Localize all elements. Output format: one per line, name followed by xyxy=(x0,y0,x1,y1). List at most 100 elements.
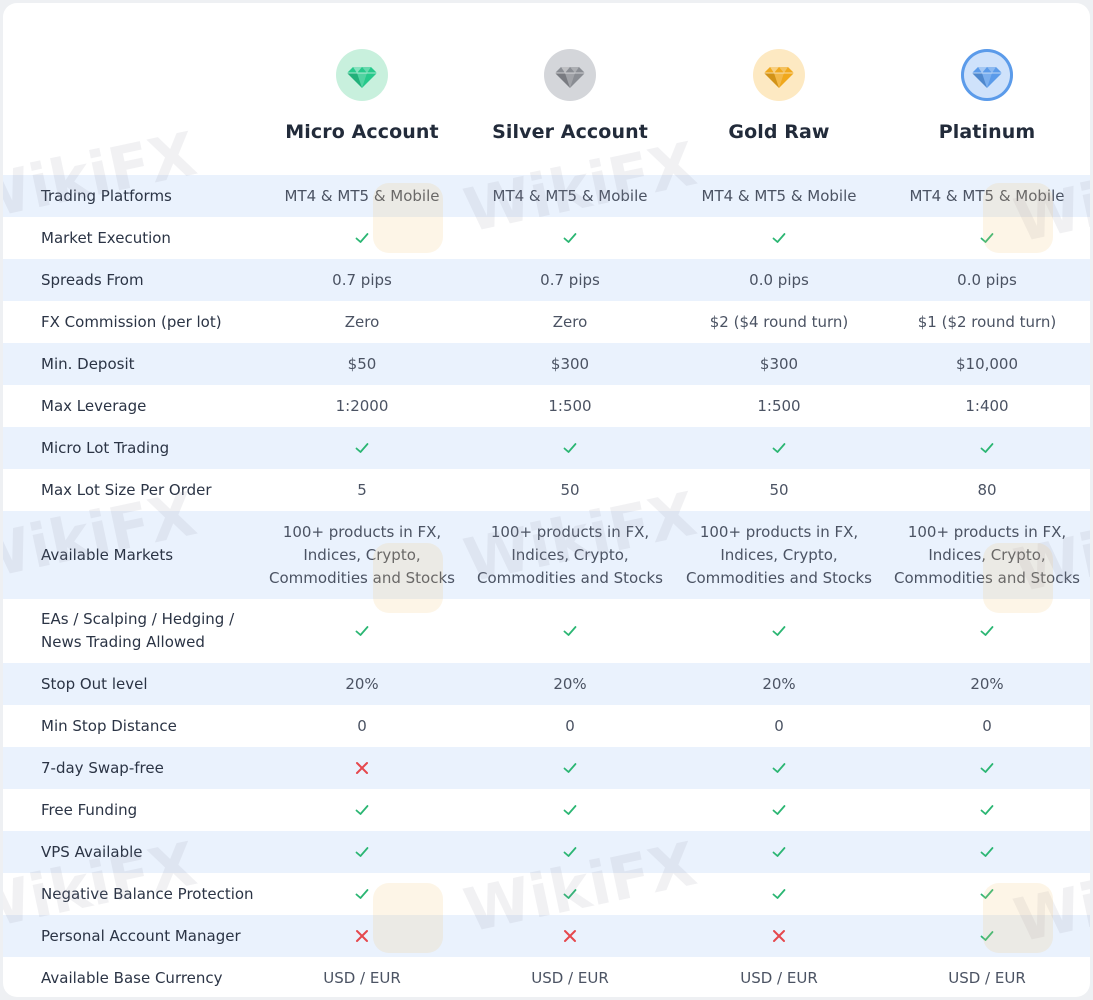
check-icon xyxy=(674,789,884,831)
check-icon xyxy=(882,915,1090,957)
cell-value: 1:2000 xyxy=(335,396,389,415)
cell-value: 100+ products in FX, Indices, Crypto, Co… xyxy=(269,522,455,587)
cell-value: 0 xyxy=(982,716,992,735)
check-icon xyxy=(882,831,1090,873)
cell-value: 20% xyxy=(762,674,796,693)
cell-value: 20% xyxy=(553,674,587,693)
row-label: Negative Balance Protection xyxy=(41,884,254,903)
cell-value: 0 xyxy=(565,716,575,735)
plan-name: Silver Account xyxy=(492,121,648,143)
table-row: Min. Deposit $50 $300 $300 $10,000 xyxy=(3,343,1090,385)
check-icon xyxy=(674,599,884,663)
cell-value: 20% xyxy=(345,674,379,693)
cell-value: MT4 & MT5 & Mobile xyxy=(492,186,648,205)
check-icon xyxy=(257,427,467,469)
table-row: FX Commission (per lot) Zero Zero $2 ($4 ro… xyxy=(3,301,1090,343)
cell-value: 0.7 pips xyxy=(540,270,600,289)
check-icon xyxy=(882,789,1090,831)
row-label: Free Funding xyxy=(41,800,138,819)
check-icon xyxy=(882,599,1090,663)
row-label: Stop Out level xyxy=(41,674,148,693)
table-row: Available Base Currency USD / EUR USD / EU… xyxy=(3,957,1090,997)
check-icon xyxy=(882,427,1090,469)
table-row: Negative Balance Protection xyxy=(3,873,1090,915)
table-row: Market Execution xyxy=(3,217,1090,259)
check-icon xyxy=(465,831,675,873)
cell-value: $1 ($2 round turn) xyxy=(917,312,1057,331)
check-icon xyxy=(882,873,1090,915)
cell-value: USD / EUR xyxy=(323,968,401,987)
check-icon xyxy=(882,747,1090,789)
check-icon xyxy=(674,873,884,915)
row-label: EAs / Scalping / Hedging / News Trading … xyxy=(41,610,235,651)
row-label: Personal Account Manager xyxy=(41,926,241,945)
check-icon xyxy=(674,747,884,789)
check-icon xyxy=(465,873,675,915)
cell-value: $300 xyxy=(550,354,590,373)
check-icon xyxy=(465,789,675,831)
check-icon xyxy=(257,789,467,831)
cell-value: 50 xyxy=(560,480,580,499)
cell-value: $50 xyxy=(347,354,377,373)
cell-value: USD / EUR xyxy=(948,968,1026,987)
table-row: Trading Platforms MT4 & MT5 & Mobile MT4 &… xyxy=(3,175,1090,217)
table-row: VPS Available xyxy=(3,831,1090,873)
check-icon xyxy=(257,831,467,873)
account-comparison-card: Micro Account Silver Account Gold Raw Plati… xyxy=(3,3,1090,997)
table-row: EAs / Scalping / Hedging / News Trading … xyxy=(3,599,1090,663)
plan-name: Platinum xyxy=(938,121,1036,143)
check-icon xyxy=(465,217,675,259)
plan-column-1: Micro Account xyxy=(257,3,467,175)
cell-value: MT4 & MT5 & Mobile xyxy=(284,186,440,205)
row-label: Min. Deposit xyxy=(41,354,135,373)
cell-value: 100+ products in FX, Indices, Crypto, Co… xyxy=(477,522,663,587)
cell-value: 80 xyxy=(977,480,997,499)
plan-column-2: Silver Account xyxy=(465,3,675,175)
cell-value: 0 xyxy=(357,716,367,735)
cell-value: USD / EUR xyxy=(740,968,818,987)
table-row: Max Leverage 1:2000 1:500 1:500 1:400 xyxy=(3,385,1090,427)
cell-value: 1:500 xyxy=(757,396,801,415)
row-label: 7-day Swap-free xyxy=(41,758,164,777)
row-label: Max Lot Size Per Order xyxy=(41,480,212,499)
table-row: Micro Lot Trading xyxy=(3,427,1090,469)
platinum-diamond-icon xyxy=(961,49,1013,101)
cross-icon xyxy=(257,915,467,957)
check-icon xyxy=(674,427,884,469)
cell-value: MT4 & MT5 & Mobile xyxy=(909,186,1065,205)
check-icon xyxy=(674,217,884,259)
plan-name: Gold Raw xyxy=(728,121,830,143)
gold-diamond-icon xyxy=(753,49,805,101)
row-label: Available Markets xyxy=(41,545,174,564)
cell-value: MT4 & MT5 & Mobile xyxy=(701,186,857,205)
cell-value: 5 xyxy=(357,480,367,499)
row-label: Market Execution xyxy=(41,228,171,247)
table-row: Min Stop Distance 0 0 0 0 xyxy=(3,705,1090,747)
silver-diamond-icon xyxy=(544,49,596,101)
row-label: Trading Platforms xyxy=(41,186,172,205)
cell-value: Zero xyxy=(344,312,380,331)
check-icon xyxy=(257,217,467,259)
plan-column-4: Platinum xyxy=(882,3,1090,175)
check-icon xyxy=(465,599,675,663)
cell-value: 100+ products in FX, Indices, Crypto, Co… xyxy=(686,522,872,587)
cross-icon xyxy=(465,915,675,957)
cell-value: $300 xyxy=(759,354,799,373)
row-label: Spreads From xyxy=(41,270,144,289)
check-icon xyxy=(465,427,675,469)
plans-header: Micro Account Silver Account Gold Raw Plati… xyxy=(3,3,1090,175)
cell-value: $2 ($4 round turn) xyxy=(709,312,849,331)
table-row: Available Markets 100+ products in FX, In… xyxy=(3,511,1090,599)
check-icon xyxy=(257,873,467,915)
cross-icon xyxy=(257,747,467,789)
table-row: Spreads From 0.7 pips 0.7 pips 0.0 pips 0.0 … xyxy=(3,259,1090,301)
row-label: VPS Available xyxy=(41,842,143,861)
cell-value: 0.7 pips xyxy=(332,270,392,289)
row-label: Micro Lot Trading xyxy=(41,438,170,457)
cross-icon xyxy=(674,915,884,957)
cell-value: 0.0 pips xyxy=(957,270,1017,289)
cell-value: 50 xyxy=(769,480,789,499)
table-row: Stop Out level 20% 20% 20% 20% xyxy=(3,663,1090,705)
cell-value: 1:400 xyxy=(965,396,1009,415)
table-row: Max Lot Size Per Order 5 50 50 80 xyxy=(3,469,1090,511)
